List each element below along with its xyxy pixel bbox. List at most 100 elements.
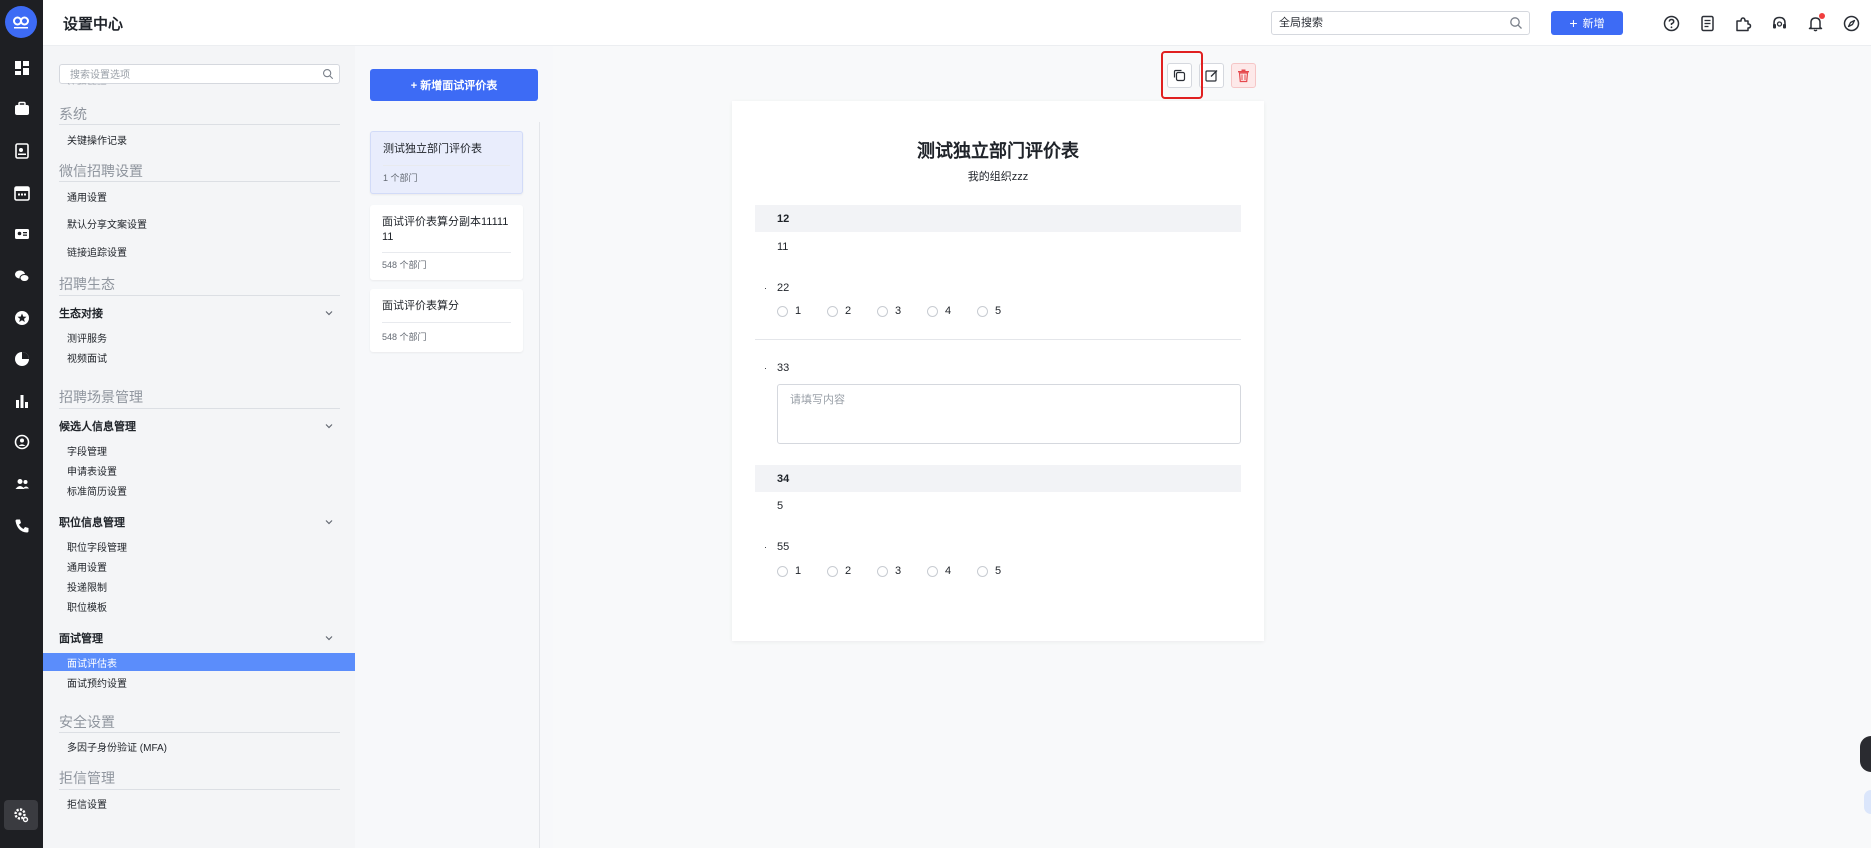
evaluation-list-panel: + 新增面试评价表 测试独立部门评价表 1 个部门 面试评价表算分副本11111… — [355, 46, 554, 848]
radio-circle[interactable] — [977, 305, 988, 317]
search-icon[interactable] — [322, 68, 334, 80]
document-icon[interactable] — [1697, 13, 1717, 33]
radio-circle[interactable] — [927, 305, 938, 317]
new-button-label: 新增 — [1582, 18, 1605, 30]
headset-icon[interactable] — [1769, 13, 1789, 33]
sidebar-item-rejection-settings[interactable]: 拒信设置 — [43, 795, 355, 812]
sidebar-item-operation-log[interactable]: 关键操作记录 — [43, 131, 355, 148]
phone-icon[interactable] — [11, 515, 32, 536]
evaluation-card[interactable]: 面试评价表算分副本1111111 548 个部门 — [370, 205, 523, 280]
evaluation-card[interactable]: 测试独立部门评价表 1 个部门 — [370, 131, 523, 194]
star-icon[interactable] — [11, 307, 32, 328]
add-evaluation-form-button[interactable]: + 新增面试评价表 — [370, 69, 538, 101]
settings-icon[interactable] — [4, 800, 38, 830]
bar-chart-icon[interactable] — [11, 390, 32, 411]
question-bullet: · — [764, 283, 767, 293]
rating-option[interactable]: 1 — [777, 565, 827, 577]
radio-circle[interactable] — [777, 305, 788, 317]
search-icon[interactable] — [1509, 16, 1523, 30]
sidebar-item-standard-resume[interactable]: 标准简历设置 — [43, 482, 355, 499]
rating-option[interactable]: 2 — [827, 565, 877, 577]
new-button[interactable]: + 新增 — [1551, 11, 1623, 35]
bell-icon[interactable] — [1805, 13, 1825, 33]
rating-option-label: 1 — [795, 565, 802, 577]
card-divider — [382, 252, 511, 253]
delete-button[interactable] — [1231, 63, 1256, 88]
id-card-icon[interactable] — [11, 223, 32, 244]
group-ecosystem-integration[interactable]: 生态对接 — [59, 305, 340, 321]
rating-option[interactable]: 4 — [927, 305, 977, 317]
evaluation-card-departments: 548 个部门 — [382, 260, 427, 270]
chevron-down-icon[interactable] — [324, 308, 334, 318]
sidebar-item-general[interactable]: 通用设置 — [43, 188, 355, 205]
rating-option[interactable]: 3 — [877, 305, 927, 317]
sidebar-item-application-form[interactable]: 申请表设置 — [43, 462, 355, 479]
briefcase-icon[interactable] — [11, 98, 32, 119]
plus-icon: + — [1569, 15, 1578, 31]
floating-assistant-button[interactable] — [1864, 790, 1871, 814]
top-bar: 设置中心 + 新增 — [43, 0, 1871, 46]
sidebar-item-share-copy[interactable]: 默认分享文案设置 — [43, 215, 355, 232]
rating-option[interactable]: 1 — [777, 305, 827, 317]
chevron-down-icon[interactable] — [324, 633, 334, 643]
sidebar-item-link-tracking[interactable]: 链接追踪设置 — [43, 243, 355, 260]
radio-circle[interactable] — [827, 305, 838, 317]
evaluation-card-title: 面试评价表算分副本1111111 — [382, 216, 509, 243]
rating-option[interactable]: 4 — [927, 565, 977, 577]
radio-circle[interactable] — [877, 565, 888, 577]
floating-chat-button[interactable] — [1860, 736, 1871, 772]
sidebar-item-job-fields[interactable]: 职位字段管理 — [43, 538, 355, 555]
sidebar-item-delivery-limit[interactable]: 投递限制 — [43, 578, 355, 595]
form-divider — [755, 339, 1241, 340]
sidebar-item-job-template[interactable]: 职位模板 — [43, 598, 355, 615]
evaluation-card-departments: 1 个部门 — [383, 173, 418, 183]
rating-option[interactable]: 2 — [827, 305, 877, 317]
radio-circle[interactable] — [877, 305, 888, 317]
rating-option[interactable]: 3 — [877, 565, 927, 577]
group-job-info[interactable]: 职位信息管理 — [59, 514, 340, 530]
rating-option[interactable]: 5 — [977, 565, 1027, 577]
help-icon[interactable] — [1661, 13, 1681, 33]
sidebar-item-job-general[interactable]: 通用设置 — [43, 558, 355, 575]
section-title-system: 系统 — [59, 106, 87, 122]
wechat-icon[interactable] — [11, 265, 32, 286]
section-divider — [59, 295, 340, 296]
highlight-box — [1161, 51, 1203, 99]
group-interview-management[interactable]: 面试管理 — [59, 630, 340, 646]
form-title: 测试独立部门评价表 — [917, 141, 1079, 161]
page-title: 设置中心 — [63, 16, 124, 33]
user-circle-icon[interactable] — [11, 431, 32, 452]
resume-icon[interactable] — [11, 140, 32, 161]
sidebar-item-interview-booking[interactable]: 面试预约设置 — [43, 674, 355, 691]
chevron-down-icon[interactable] — [324, 517, 334, 527]
global-search[interactable] — [1271, 11, 1530, 35]
rating-option-label: 2 — [845, 565, 852, 577]
rating-option-label: 4 — [945, 565, 952, 577]
sidebar-item-video-interview[interactable]: 视频面试 — [43, 349, 355, 366]
dashboard-icon[interactable] — [11, 57, 32, 78]
card-divider — [382, 322, 511, 323]
group-candidate-info[interactable]: 候选人信息管理 — [59, 418, 340, 434]
calendar-icon[interactable] — [11, 182, 32, 203]
question-text: 33 — [777, 362, 790, 374]
sidebar-item-interview-evaluation[interactable]: 面试评估表 — [43, 653, 355, 671]
sidebar-item-assessment[interactable]: 测评服务 — [43, 329, 355, 346]
sidebar-item-field-management[interactable]: 字段管理 — [43, 442, 355, 459]
answer-textarea[interactable]: 请填写内容 — [777, 384, 1241, 444]
evaluation-card[interactable]: 面试评价表算分 548 个部门 — [370, 289, 523, 352]
chevron-down-icon[interactable] — [324, 421, 334, 431]
contacts-icon[interactable] — [11, 473, 32, 494]
radio-circle[interactable] — [827, 565, 838, 577]
app-logo-icon[interactable] — [5, 6, 37, 38]
group-title: 生态对接 — [59, 308, 103, 320]
compass-icon[interactable] — [1841, 13, 1861, 33]
radio-circle[interactable] — [977, 565, 988, 577]
radio-circle[interactable] — [777, 565, 788, 577]
section-title-wechat: 微信招聘设置 — [59, 163, 143, 179]
radio-circle[interactable] — [927, 565, 938, 577]
sidebar-item-mfa[interactable]: 多因子身份验证 (MFA) — [43, 738, 355, 755]
pie-chart-icon[interactable] — [11, 348, 32, 369]
global-search-input[interactable] — [1272, 12, 1492, 34]
rating-option[interactable]: 5 — [977, 305, 1027, 317]
plugin-icon[interactable] — [1733, 13, 1753, 33]
